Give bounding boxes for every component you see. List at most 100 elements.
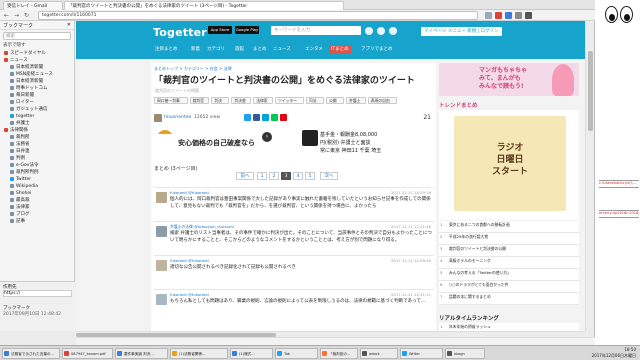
- taskbar-item[interactable]: (1)様式...: [230, 348, 273, 359]
- avatar[interactable]: [156, 192, 167, 203]
- facebook-share-icon[interactable]: [253, 114, 260, 121]
- category-tab[interactable]: エンタメ: [303, 46, 325, 54]
- pager-page-button[interactable]: 5: [305, 172, 315, 180]
- avatar[interactable]: [156, 294, 167, 305]
- bookmark-item[interactable]: MSN産経ニュース: [0, 71, 74, 78]
- category-tab[interactable]: カテゴリ: [205, 46, 227, 54]
- bookmark-item[interactable]: 弁護士: [0, 120, 74, 127]
- bookmark-item[interactable]: 時事ドットコム: [0, 85, 74, 92]
- category-tab[interactable]: アプリでまとめ: [359, 46, 395, 54]
- bookmark-item[interactable]: Shohei: [0, 190, 74, 197]
- pocket-share-icon[interactable]: [280, 114, 287, 121]
- category-tab[interactable]: ITまとめ: [329, 46, 351, 54]
- bookmark-item[interactable]: ブログ: [0, 211, 74, 218]
- tweet-user[interactable]: fukorantl @fukorantl: [170, 292, 209, 297]
- close-icon[interactable]: ✕: [67, 22, 71, 28]
- bookmark-item[interactable]: 法律関係: [0, 127, 74, 134]
- bookmark-star-icon[interactable]: [485, 12, 492, 19]
- ranking-item[interactable]: 1 東京にある二つの首都への移転計画: [439, 221, 579, 233]
- login-menu[interactable]: マイページ メニュー 新規 | ログイン: [421, 27, 502, 36]
- ad-banner[interactable]: 安心価格の自己破産なら › 基手金・報酬金8,08,000 円(税別) 弁護士と…: [154, 128, 434, 160]
- download-icon[interactable]: [505, 12, 512, 19]
- taskbar-item[interactable]: Tak: [275, 348, 318, 359]
- taskbar-item[interactable]: 法務省で示された言葉の...: [2, 348, 60, 359]
- bookmark-item[interactable]: 最高裁: [0, 197, 74, 204]
- tweet-date[interactable]: 2017.12.11 14:29:16: [391, 190, 431, 195]
- sidebar-filter[interactable]: 表示で隠す: [3, 42, 71, 49]
- bookmark-item[interactable]: e-Gov法令: [0, 162, 74, 169]
- google-play-badge[interactable]: Google Play: [235, 26, 259, 34]
- bookmark-item[interactable]: ガジェット通信: [0, 106, 74, 113]
- ad-left-text[interactable]: 安心価格の自己破産なら: [154, 134, 274, 152]
- home-icon[interactable]: [515, 12, 522, 19]
- url-bar[interactable]: togetter.com/li/1160071: [38, 11, 478, 20]
- tag-chip[interactable]: 岡口基一判事: [154, 97, 188, 104]
- taskbar-item[interactable]: Writer: [400, 348, 443, 359]
- pager-page-button[interactable]: 4: [293, 172, 303, 180]
- clock[interactable]: 18:50 2017年12月06日木曜日: [592, 347, 636, 359]
- bookmark-item[interactable]: ニュース: [0, 57, 74, 64]
- taskbar-item[interactable]: 「裁判官の...: [320, 348, 358, 359]
- avatar[interactable]: [156, 226, 167, 237]
- ranking-item[interactable]: 7 話題の本に関するまとめ: [439, 293, 579, 305]
- ranking-item[interactable]: 3 裁判官のツイートと判決書の公開: [439, 245, 579, 257]
- avatar[interactable]: [156, 260, 167, 271]
- bookmark-item[interactable]: 日本経済新聞: [0, 78, 74, 85]
- tag-chip[interactable]: ツイッター: [275, 97, 304, 104]
- pager-next-button[interactable]: 次へ: [320, 172, 338, 180]
- bookmark-item[interactable]: ロイター: [0, 99, 74, 106]
- avatar[interactable]: [154, 114, 162, 122]
- author-name[interactable]: hnuorientee: [164, 115, 191, 120]
- footer-line[interactable]: https://: [3, 290, 72, 297]
- ranking-item[interactable]: 6 ○○のドラマがとても面白かった件: [439, 281, 579, 293]
- app-store-badge[interactable]: App Store: [208, 26, 232, 34]
- back-icon[interactable]: ←: [2, 11, 11, 20]
- tag-chip[interactable]: 法律家: [253, 97, 273, 104]
- pocket-icon[interactable]: [495, 12, 502, 19]
- tab-gmail[interactable]: 受信トレイ - Gmail: [3, 1, 63, 10]
- tweet-user[interactable]: 弁護士の法律 @tomoyuki_tsutsumi: [170, 224, 234, 230]
- pager-page-button[interactable]: 3: [281, 172, 291, 180]
- ranking-item[interactable]: 5 みんなの考える「Twitterの使い方」: [439, 269, 579, 281]
- bookmark-item[interactable]: 記事: [0, 218, 74, 225]
- pager-prev-button[interactable]: 前へ: [236, 172, 254, 180]
- bookmark-item[interactable]: Wikipedia: [0, 183, 74, 190]
- bookmark-item[interactable]: togetter: [0, 113, 74, 120]
- bookmark-item[interactable]: 裁判所判例: [0, 169, 74, 176]
- bookmark-item[interactable]: 日本経済新聞: [0, 64, 74, 71]
- bookmark-item[interactable]: 毎日新聞: [0, 92, 74, 99]
- ranking-item[interactable]: 2 平成29年の流行語大賞: [439, 233, 579, 245]
- category-tab[interactable]: 旅館: [233, 46, 246, 54]
- category-tab[interactable]: ニュース: [271, 46, 293, 54]
- tweet-date[interactable]: 2017.12.11 14:31:11: [391, 292, 431, 297]
- tag-chip[interactable]: 判決書: [231, 97, 252, 104]
- breadcrumb[interactable]: まとめトップ > カテゴリー > 社会 > 法律: [154, 66, 232, 72]
- bookmark-item[interactable]: 裁判所: [0, 134, 74, 141]
- tweet-user[interactable]: fukorantl @fukorantl: [170, 258, 209, 263]
- tweet-user[interactable]: fukorantl @fukorantl: [170, 190, 209, 195]
- line-share-icon[interactable]: [271, 114, 278, 121]
- bookmark-item[interactable]: 日弁連: [0, 148, 74, 155]
- tag-chip[interactable]: 公開: [326, 97, 344, 104]
- bookmark-item[interactable]: 法律家: [0, 204, 74, 211]
- bookmark-item[interactable]: 判例: [0, 155, 74, 162]
- scroll-thumb[interactable]: [588, 51, 593, 131]
- sidebar-search-input[interactable]: 検索: [3, 32, 71, 40]
- bookmark-item[interactable]: Twitter: [0, 176, 74, 183]
- reload-icon[interactable]: ↻: [22, 11, 31, 20]
- tag-chip[interactable]: 判決: [211, 97, 230, 104]
- ad-right-text[interactable]: 基手金・報酬金8,08,000 円(税別) 弁護士と面談 常に東京 神田11 千…: [302, 128, 432, 158]
- trend-ad-image[interactable]: ラジオ 日曜日 スタート: [454, 116, 566, 211]
- bookmark-item[interactable]: 法務省: [0, 141, 74, 148]
- ranking-item[interactable]: 4 高級ホテルのモーニング: [439, 257, 579, 269]
- taskbar-item[interactable]: 087947_kanom.pdf: [62, 348, 113, 359]
- twitter-icon[interactable]: [377, 27, 385, 35]
- category-tab[interactable]: 注目まとめ: [153, 46, 180, 54]
- taskbar-item[interactable]: xkogn: [445, 348, 485, 359]
- twitter-share-icon[interactable]: [244, 114, 251, 121]
- menu-icon[interactable]: [525, 12, 532, 19]
- tag-chip[interactable]: 司法: [306, 97, 324, 104]
- realtime-item[interactable]: 1 年末年始の帰省ラッシュ: [439, 323, 579, 331]
- site-search-input[interactable]: キーワードを入力: [271, 26, 361, 35]
- taskbar-item[interactable]: adock: [360, 348, 398, 359]
